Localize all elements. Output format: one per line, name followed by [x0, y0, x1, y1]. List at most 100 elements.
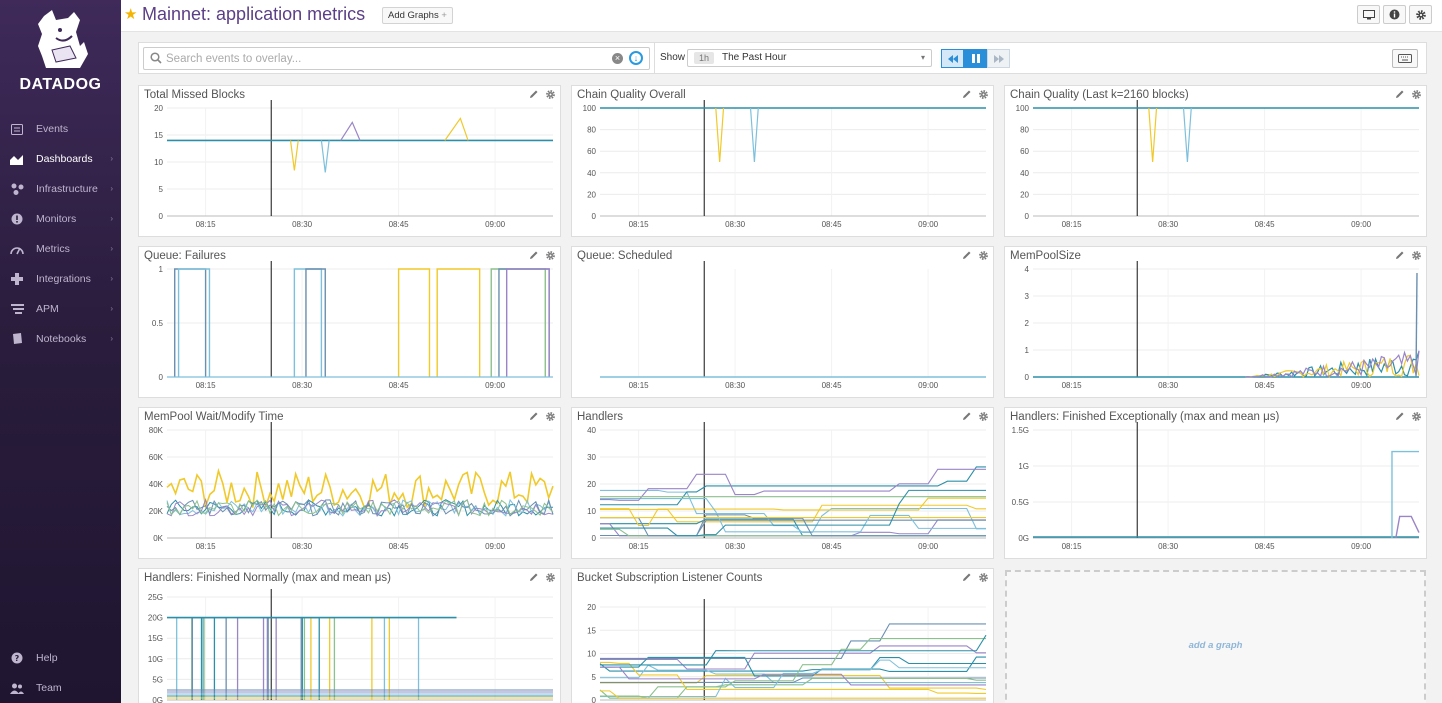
x-tick-label: 09:00: [918, 381, 939, 390]
sidebar-item-monitors[interactable]: Monitors ›: [0, 204, 121, 234]
sidebar-item-label: Integrations: [36, 273, 91, 285]
sidebar-item-dashboards[interactable]: Dashboards ›: [0, 144, 121, 174]
controls-bar: × ↓ Show 1h The Past Hour ▾: [138, 42, 1427, 74]
chevron-right-icon: ›: [110, 274, 113, 283]
rewind-button[interactable]: [941, 49, 964, 68]
search-icon: [150, 52, 162, 64]
series-line: [749, 107, 759, 163]
add-a-graph-placeholder[interactable]: add a graph: [1005, 570, 1426, 703]
sidebar-item-apm[interactable]: APM ›: [0, 294, 121, 324]
timeseries-chart[interactable]: 4 3 2 1 0 08:15 08:30 08:45 09:00: [1005, 247, 1428, 399]
timeseries-chart[interactable]: 25G 20G 15G 10G 5G 0G: [139, 569, 562, 703]
timeseries-chart[interactable]: 08:15 08:30 08:45 09:00: [572, 247, 995, 399]
sidebar-item-label: Team: [36, 682, 62, 694]
timeseries-chart[interactable]: 100 80 60 40 20 0 08:15 08:30 08:45 09:00: [1005, 86, 1428, 238]
y-tick-label: 0: [592, 696, 597, 703]
overlay-toggle-icon[interactable]: ↓: [629, 51, 643, 65]
widget-queue-scheduled: Queue: Scheduled 08:15 08:30 08:45 09:00: [571, 246, 994, 398]
y-tick-label: 10: [587, 507, 596, 516]
x-tick-label: 08:15: [1062, 220, 1083, 229]
x-tick-label: 09:00: [1351, 542, 1372, 551]
svg-text:?: ?: [15, 654, 20, 663]
add-graph-label: add a graph: [1188, 640, 1243, 651]
x-tick-label: 09:00: [1351, 220, 1372, 229]
sidebar-item-integrations[interactable]: Integrations ›: [0, 264, 121, 294]
sidebar-item-label: Metrics: [36, 243, 70, 255]
sidebar-item-metrics[interactable]: Metrics ›: [0, 234, 121, 264]
x-tick-label: 09:00: [918, 220, 939, 229]
y-tick-label: 80K: [149, 426, 164, 435]
y-tick-label: 1: [1025, 346, 1030, 355]
add-graphs-button[interactable]: Add Graphs +: [382, 7, 453, 24]
y-tick-label: 20: [587, 190, 596, 199]
x-tick-label: 08:15: [196, 542, 217, 551]
notebooks-icon: [10, 332, 24, 346]
team-icon: [10, 681, 24, 695]
x-tick-label: 08:45: [1255, 542, 1276, 551]
fast-forward-icon: [993, 54, 1004, 63]
settings-button[interactable]: [1409, 5, 1432, 24]
x-tick-label: 08:30: [1158, 381, 1179, 390]
x-tick-label: 08:30: [292, 220, 313, 229]
gear-icon: [1415, 9, 1426, 20]
sidebar-item-label: Help: [36, 652, 58, 664]
datadog-logo[interactable]: DATADOG: [0, 6, 121, 98]
pause-button[interactable]: [964, 49, 987, 68]
sidebar-item-label: Notebooks: [36, 333, 87, 345]
infrastructure-icon: [10, 182, 24, 196]
sidebar-item-infrastructure[interactable]: Infrastructure ›: [0, 174, 121, 204]
x-tick-label: 08:15: [629, 542, 650, 551]
series-line: [289, 140, 299, 171]
y-tick-label: 15: [587, 626, 596, 635]
y-tick-label: 1: [159, 265, 164, 274]
y-tick-label: 20G: [148, 614, 163, 623]
y-tick-label: 20: [587, 603, 596, 612]
metrics-icon: [10, 242, 24, 256]
widget-queue-failures: Queue: Failures 1 0.5 0 08:15 08:30 08:45 09:0…: [138, 246, 561, 398]
y-tick-label: 2: [1025, 319, 1030, 328]
chevron-right-icon: ›: [110, 154, 113, 163]
rewind-icon: [947, 54, 958, 63]
search-input[interactable]: [166, 50, 606, 67]
fast-forward-button[interactable]: [987, 49, 1010, 68]
y-tick-label: 40: [1020, 169, 1029, 178]
y-tick-label: 0: [1025, 212, 1030, 221]
timeseries-chart[interactable]: 80K 60K 40K 20K 0K 08:15 08:30 08:45 09:00: [139, 408, 562, 560]
widget-chain-quality-overall: Chain Quality Overall 100 80 60 40 20 0 08:15 0…: [571, 85, 994, 237]
event-search: × ↓: [143, 47, 650, 70]
sidebar-item-team[interactable]: Team: [0, 673, 121, 703]
x-tick-label: 08:45: [822, 220, 843, 229]
sidebar-item-events[interactable]: Events: [0, 114, 121, 144]
timeseries-chart[interactable]: 1.5G 1G 0.5G 0G 08:15 08:30 08:45 09:00: [1005, 408, 1428, 560]
timeframe-select[interactable]: 1h The Past Hour ▾: [687, 49, 932, 67]
series-line: [444, 117, 469, 141]
y-tick-label: 1.5G: [1012, 426, 1029, 435]
y-tick-label: 100: [583, 104, 597, 113]
sidebar-item-label: Events: [36, 123, 69, 135]
favorite-star-icon[interactable]: ★: [124, 5, 137, 23]
clear-icon[interactable]: ×: [612, 53, 623, 64]
info-button[interactable]: [1383, 5, 1406, 24]
sidebar-item-notebooks[interactable]: Notebooks ›: [0, 324, 121, 354]
monitor-icon: [1362, 9, 1375, 19]
chevron-down-icon: ▾: [920, 53, 925, 62]
sidebar-item-label: APM: [36, 303, 59, 315]
y-tick-label: 0: [159, 212, 164, 221]
timeseries-chart[interactable]: 1 0.5 0 08:15 08:30 08:45 09:00: [139, 247, 562, 399]
y-tick-label: 3: [1025, 292, 1030, 301]
timeseries-chart[interactable]: 20 15 10 5 0 08:15 08:30 08:45 09:00: [139, 86, 562, 238]
timeseries-chart[interactable]: 20 15 10 5 0: [572, 569, 995, 703]
divider: [654, 43, 655, 73]
logo-text: DATADOG: [19, 76, 102, 93]
widget-handlers: Handlers 40 30 20 10 0 08:15 08:30 08:45 09:00: [571, 407, 994, 559]
widget-handlers-finished-exceptionally: Handlers: Finished Exceptionally (max an…: [1004, 407, 1427, 559]
y-tick-label: 40K: [149, 480, 164, 489]
keyboard-shortcuts-button[interactable]: [1392, 49, 1418, 68]
sidebar-item-help[interactable]: ? Help: [0, 643, 121, 673]
timeframe-badge: 1h: [694, 52, 715, 64]
chevron-right-icon: ›: [110, 214, 113, 223]
help-icon: ?: [10, 651, 24, 665]
timeseries-chart[interactable]: 40 30 20 10 0 08:15 08:30 08:45 09:00: [572, 408, 995, 560]
timeseries-chart[interactable]: 100 80 60 40 20 0 08:15 08:30 08:45 09:00: [572, 86, 995, 238]
tv-mode-button[interactable]: [1357, 5, 1380, 24]
